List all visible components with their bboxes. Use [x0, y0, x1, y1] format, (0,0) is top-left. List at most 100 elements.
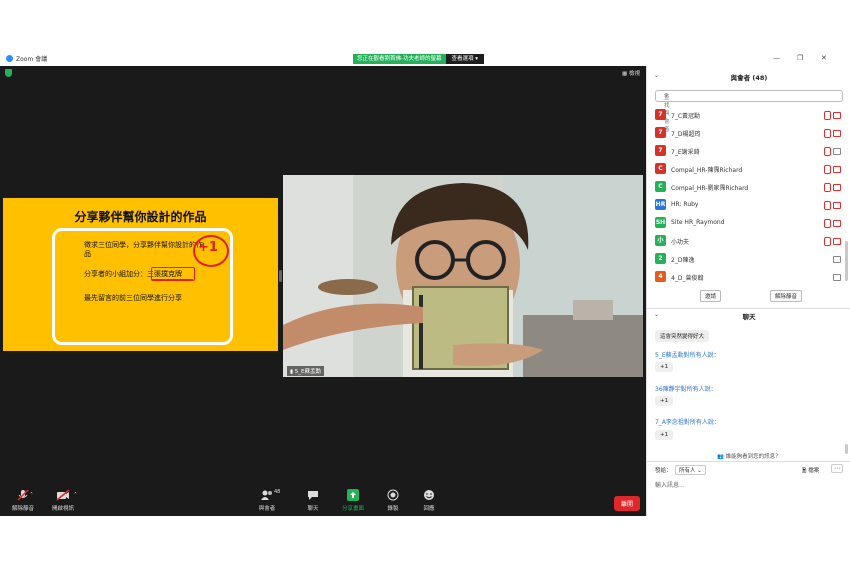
chat-sender[interactable]: 5_E蘇孟勳對所有人說： [655, 350, 720, 359]
screen-share-banner: 您正在觀看劉首佛-功夫老師的螢幕 查看選項 ▾ [353, 54, 485, 64]
speaker-video-feed [283, 175, 643, 377]
participant-row[interactable]: SH Site HR_Raymond [655, 216, 841, 230]
chat-message: +1 [655, 430, 674, 440]
unmute-button[interactable]: 解除靜音 [8, 489, 38, 512]
video-off-icon [833, 184, 841, 191]
chat-button[interactable]: 聊天 [300, 489, 326, 512]
chat-sender[interactable]: 7_A李念祖對所有人說： [655, 417, 720, 426]
more-options-icon[interactable]: ⋯ [831, 464, 843, 473]
participants-icon [261, 490, 272, 500]
participant-row[interactable]: HR HR: Ruby [655, 198, 841, 212]
app-title: Zoom 會議 [6, 54, 47, 63]
emoji-reaction-icon [424, 490, 434, 500]
avatar: 小 [655, 235, 666, 246]
avatar: 7 [655, 109, 666, 120]
panel-divider [647, 308, 850, 309]
title-bar: Zoom 會議 您正在觀看劉首佛-功夫老師的螢幕 查看選項 ▾ — ❐ ✕ [0, 52, 850, 66]
file-button[interactable]: 🗎 檔案 [802, 466, 819, 476]
mic-muted-icon [824, 219, 831, 228]
participant-name: 7_D楊超筠 [671, 131, 701, 138]
video-off-icon [833, 220, 841, 227]
record-icon [387, 489, 399, 501]
chat-message: +1 [655, 362, 674, 372]
participant-row[interactable]: 7 7_D楊超筠 [655, 126, 841, 140]
video-off-icon [833, 130, 841, 137]
encryption-shield-icon [5, 69, 12, 77]
slide-line-3: 最先留言的前三位同學進行分享 [84, 294, 182, 302]
video-off-icon [833, 112, 841, 119]
slide-title: 分享夥伴幫你設計的作品 [74, 210, 207, 224]
video-on-icon [833, 274, 841, 281]
speaker-video [283, 175, 643, 377]
participant-row[interactable]: 2 2_D陳逸 [655, 252, 841, 266]
mic-muted-icon [824, 111, 831, 120]
participant-row[interactable]: 7 7_C黃冠勳 [655, 108, 841, 122]
shared-slide: 分享夥伴幫你設計的作品 徵求三位同學，分享夥伴幫你設計的作品 分享者的小組加分：… [3, 198, 278, 351]
avatar: 2 [655, 253, 666, 264]
participant-name: 7_C黃冠勳 [671, 113, 701, 120]
participant-row[interactable]: 7 7_E謝采錡 [655, 144, 841, 158]
share-screen-icon [347, 489, 359, 501]
participant-row[interactable]: 小小功夫 [655, 234, 841, 248]
video-off-icon [833, 202, 841, 209]
leave-button[interactable]: 離開 [613, 496, 640, 511]
participant-row[interactable]: 4 4_D_曾俊翰 [655, 270, 841, 284]
slide-content-box: 徵求三位同學，分享夥伴幫你設計的作品 分享者的小組加分：三張撲克牌 最先留言的前… [52, 228, 233, 345]
record-button[interactable]: 錄製 [380, 489, 406, 512]
mic-muted-icon [824, 129, 831, 138]
avatar: 7 [655, 145, 666, 156]
participant-name: 2_D陳逸 [671, 257, 695, 264]
people-icon: 👥 [717, 454, 724, 460]
chat-title: 聊天 [742, 313, 756, 321]
who-can-see-link[interactable]: 👥 誰能夠看到您的訊息？ [717, 452, 781, 460]
avatar: SH [655, 217, 666, 228]
video-on-icon [833, 256, 841, 263]
participants-scrollbar[interactable] [845, 241, 848, 281]
split-resize-handle[interactable] [279, 270, 282, 282]
avatar: HR [655, 199, 666, 210]
slide-line-1: 徵求三位同學，分享夥伴幫你設計的作品 [84, 241, 203, 258]
chat-input-divider [647, 461, 850, 462]
restore-icon[interactable]: ❐ [797, 54, 803, 62]
banner-text: 您正在觀看劉首佛-功夫老師的螢幕 [353, 54, 446, 64]
participant-search-input[interactable]: ⚲ 查找與會者 [655, 90, 843, 133]
participants-count: 48 [274, 489, 281, 495]
participant-name: HR: Ruby [671, 201, 699, 208]
chat-message-input[interactable]: 輸入訊息... [655, 480, 685, 489]
annotation-underline-mark [151, 279, 193, 280]
video-options-caret[interactable]: ˄ [74, 492, 77, 499]
send-to-select[interactable]: 所有人 ⌄ [675, 465, 706, 475]
minimize-icon[interactable]: — [773, 54, 780, 62]
mic-muted-icon [824, 165, 831, 174]
unmute-all-button[interactable]: 解除靜音 [770, 290, 803, 302]
video-off-icon [833, 166, 841, 173]
participant-name: 小功夫 [671, 239, 690, 246]
view-options-button[interactable]: 查看選項 ▾ [445, 54, 485, 64]
share-screen-button[interactable]: 分享畫面 [338, 489, 368, 512]
participant-row[interactable]: C Compal_HR-劉家霈Richard [655, 180, 841, 194]
participant-name: Compal_HR-劉家霈Richard [671, 185, 749, 192]
participant-name: 4_D_曾俊翰 [671, 275, 704, 282]
chat-icon [308, 491, 318, 500]
view-button[interactable]: ▦ 檢視 [622, 69, 640, 77]
video-on-icon [833, 148, 841, 155]
chat-message: 這會突然變得好大 [655, 330, 710, 342]
zoom-window: Zoom 會議 您正在觀看劉首佛-功夫老師的螢幕 查看選項 ▾ — ❐ ✕ ▦ … [0, 52, 850, 516]
video-off-icon [833, 238, 841, 245]
participant-name: 7_E謝采錡 [671, 149, 700, 156]
chat-sender[interactable]: 36陳靜宇對所有人說： [655, 384, 717, 393]
zoom-logo-icon [6, 55, 13, 62]
invite-button[interactable]: 邀請 [700, 290, 722, 302]
participant-name: Compal_HR-陳霈Richard [671, 167, 743, 174]
close-icon[interactable]: ✕ [821, 54, 827, 62]
mic-muted-icon [824, 183, 831, 192]
reactions-button[interactable]: 回應 [416, 489, 442, 512]
avatar: C [655, 163, 666, 174]
participant-name: Site HR_Raymond [671, 219, 725, 226]
mic-muted-icon [824, 237, 831, 246]
chat-scrollbar[interactable] [845, 444, 848, 454]
chat-message: +1 [655, 396, 674, 406]
participant-row[interactable]: C Compal_HR-陳霈Richard [655, 162, 841, 176]
avatar: 4 [655, 271, 666, 282]
audio-options-caret[interactable]: ˄ [30, 492, 33, 499]
